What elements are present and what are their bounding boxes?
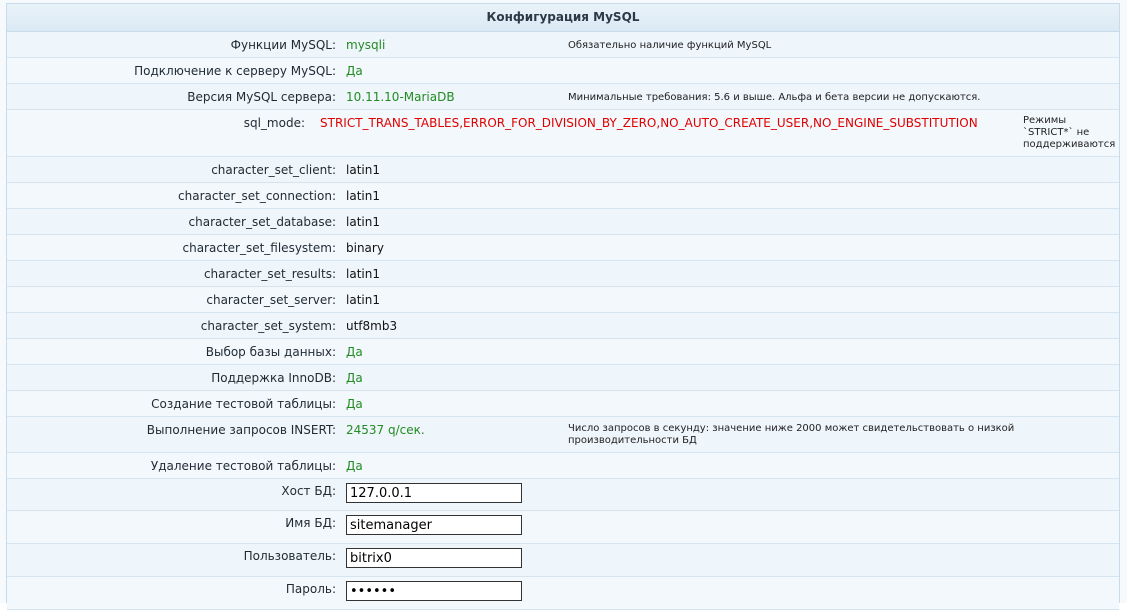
row-label: character_set_connection: bbox=[178, 189, 336, 203]
row-value: latin1 bbox=[346, 189, 380, 203]
check-row-server-version: Версия MySQL сервера: 10.11.10-MariaDB М… bbox=[7, 84, 1119, 110]
row-label: Версия MySQL сервера: bbox=[187, 90, 336, 104]
row-note: Число запросов в секунду: значение ниже … bbox=[568, 423, 1015, 446]
row-label: Выбор базы данных: bbox=[205, 345, 336, 359]
check-row-innodb: Поддержка InnoDB: Да bbox=[7, 365, 1119, 391]
row-label: Поддержка InnoDB: bbox=[211, 371, 336, 385]
row-label: character_set_database: bbox=[188, 215, 336, 229]
check-row-create-test-table: Создание тестовой таблицы: Да bbox=[7, 391, 1119, 417]
check-row-charset-filesystem: character_set_filesystem: binary bbox=[7, 235, 1119, 261]
db-password-input[interactable] bbox=[346, 581, 522, 601]
db-password-label: Пароль: bbox=[285, 582, 336, 596]
row-label: sql_mode: bbox=[243, 116, 305, 130]
db-user-row: Пользователь: bbox=[7, 544, 1119, 577]
row-value: utf8mb3 bbox=[346, 319, 398, 333]
db-user-label: Пользователь: bbox=[243, 549, 336, 563]
row-label: character_set_system: bbox=[200, 319, 336, 333]
row-value: Да bbox=[346, 64, 363, 78]
check-row-charset-system: character_set_system: utf8mb3 bbox=[7, 313, 1119, 339]
db-host-row: Хост БД: bbox=[7, 479, 1119, 511]
check-row-charset-client: character_set_client: latin1 bbox=[7, 157, 1119, 183]
row-label: character_set_server: bbox=[206, 293, 336, 307]
db-name-row: Имя БД: bbox=[7, 511, 1119, 544]
check-row-charset-database: character_set_database: latin1 bbox=[7, 209, 1119, 235]
row-value: Да bbox=[346, 459, 363, 473]
check-row-charset-results: character_set_results: latin1 bbox=[7, 261, 1119, 287]
db-host-label: Хост БД: bbox=[281, 484, 336, 498]
check-row-charset-connection: character_set_connection: latin1 bbox=[7, 183, 1119, 209]
row-note: Минимальные требования: 5.6 и выше. Альф… bbox=[568, 92, 981, 103]
row-value: Да bbox=[346, 371, 363, 385]
row-label: Функции MySQL: bbox=[230, 38, 336, 52]
check-row-server-connection: Подключение к серверу MySQL: Да bbox=[7, 58, 1119, 84]
panel-title: Конфигурация MySQL bbox=[7, 4, 1119, 32]
db-name-input[interactable] bbox=[346, 515, 522, 535]
db-password-row: Пароль: bbox=[7, 577, 1119, 610]
row-label: Удаление тестовой таблицы: bbox=[150, 459, 336, 473]
row-label: Создание тестовой таблицы: bbox=[151, 397, 336, 411]
check-row-charset-server: character_set_server: latin1 bbox=[7, 287, 1119, 313]
row-value: 10.11.10-MariaDB bbox=[346, 90, 455, 104]
check-row-drop-test-table: Удаление тестовой таблицы: Да bbox=[7, 453, 1119, 479]
row-value: Да bbox=[346, 345, 363, 359]
row-value: binary bbox=[346, 241, 384, 255]
row-label: Выполнение запросов INSERT: bbox=[146, 423, 336, 437]
check-row-db-select: Выбор базы данных: Да bbox=[7, 339, 1119, 365]
row-value: Да bbox=[346, 397, 363, 411]
row-value: latin1 bbox=[346, 163, 380, 177]
page-frame: Конфигурация MySQL Функции MySQL: mysqli… bbox=[0, 0, 1127, 610]
check-row-insert-performance: Выполнение запросов INSERT: 24537 q/сек.… bbox=[7, 417, 1119, 453]
db-name-label: Имя БД: bbox=[285, 516, 336, 530]
row-label: character_set_results: bbox=[203, 267, 336, 281]
row-value: 24537 q/сек. bbox=[346, 423, 425, 437]
db-user-input[interactable] bbox=[346, 548, 522, 568]
row-label: Подключение к серверу MySQL: bbox=[134, 64, 336, 78]
row-note: Обязательно наличие функций MySQL bbox=[568, 40, 772, 51]
row-note: Режимы `STRICT*` не поддерживаются bbox=[1023, 115, 1116, 150]
row-value: STRICT_TRANS_TABLES,ERROR_FOR_DIVISION_B… bbox=[320, 116, 978, 130]
mysql-config-panel: Конфигурация MySQL Функции MySQL: mysqli… bbox=[6, 3, 1120, 610]
row-label: character_set_filesystem: bbox=[182, 241, 336, 255]
check-row-sql-mode: sql_mode: STRICT_TRANS_TABLES,ERROR_FOR_… bbox=[7, 110, 1119, 157]
row-value: latin1 bbox=[346, 215, 380, 229]
row-value: latin1 bbox=[346, 293, 380, 307]
row-value: mysqli bbox=[346, 38, 386, 52]
row-value: latin1 bbox=[346, 267, 380, 281]
check-rows: Функции MySQL: mysqli Обязательно наличи… bbox=[7, 32, 1119, 610]
row-label: character_set_client: bbox=[211, 163, 336, 177]
check-row-mysql-functions: Функции MySQL: mysqli Обязательно наличи… bbox=[7, 32, 1119, 58]
db-host-input[interactable] bbox=[346, 483, 522, 503]
